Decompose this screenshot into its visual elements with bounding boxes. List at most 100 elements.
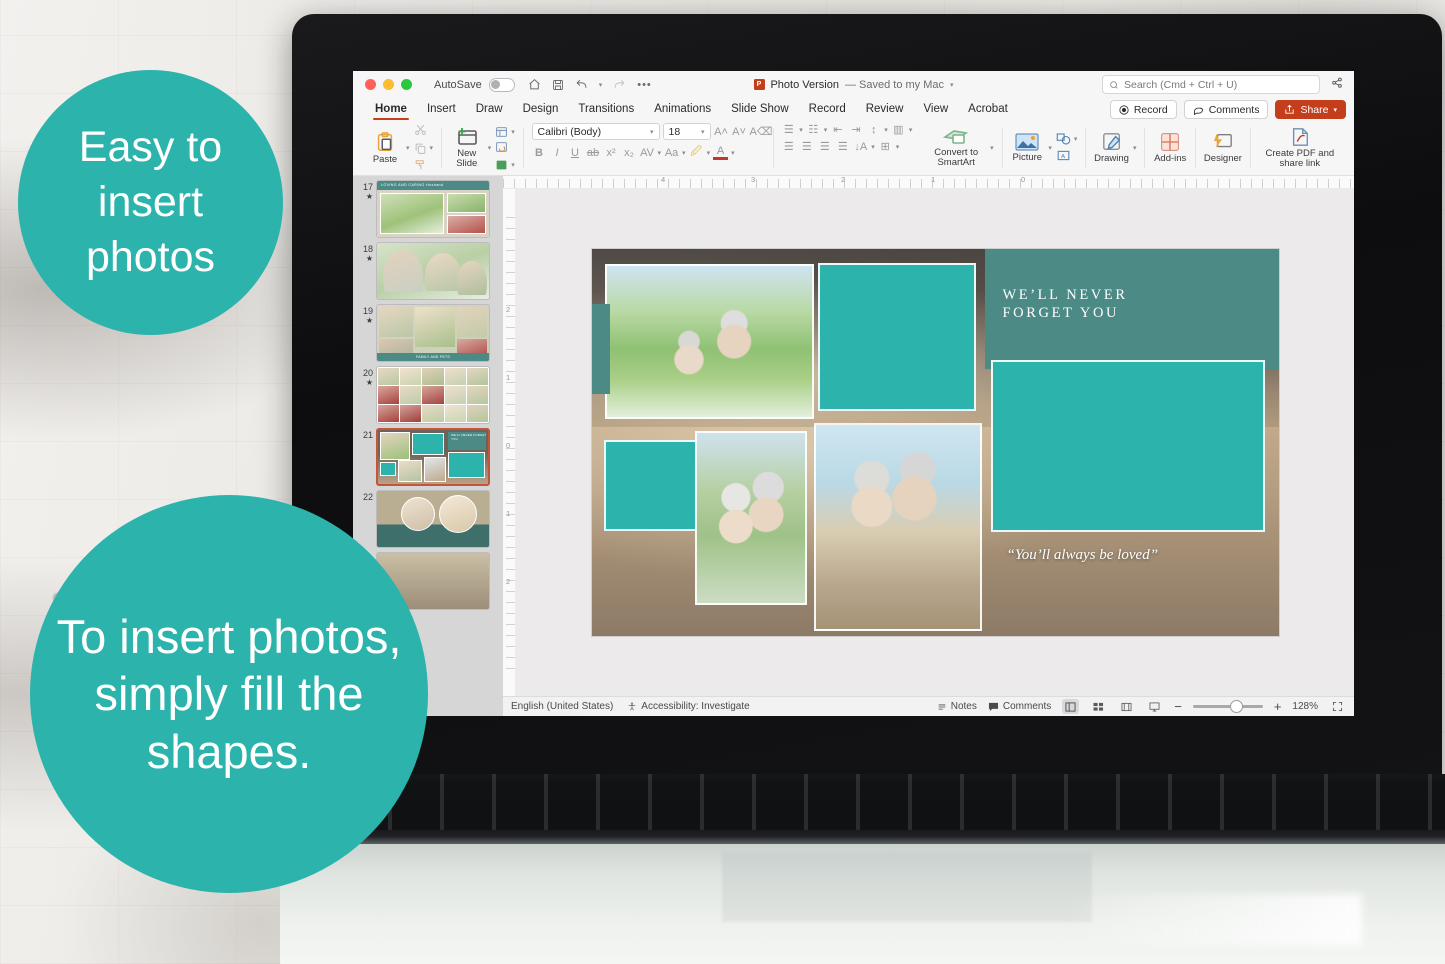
record-button[interactable]: Record bbox=[1109, 100, 1177, 119]
strikethrough-button[interactable]: ab bbox=[586, 147, 601, 159]
font-size-select[interactable]: 18 ▾ bbox=[662, 123, 711, 140]
photo-placeholder-top-center[interactable] bbox=[817, 263, 976, 411]
thumbnail-row[interactable]: 18 ★ bbox=[353, 238, 503, 300]
designer-button[interactable]: Designer bbox=[1204, 132, 1242, 164]
add-ins-button[interactable]: Add-ins bbox=[1153, 132, 1187, 164]
decrease-indent-button[interactable]: ⇤ bbox=[830, 123, 845, 136]
spacing-chevron-down-icon[interactable]: ▾ bbox=[658, 149, 662, 157]
status-comments-button[interactable]: Comments bbox=[988, 701, 1051, 712]
maximize-button-icon[interactable] bbox=[401, 79, 412, 90]
case-chevron-down-icon[interactable]: ▾ bbox=[682, 149, 686, 157]
document-title[interactable]: Photo Version bbox=[770, 79, 839, 91]
zoom-slider-handle[interactable] bbox=[1230, 701, 1242, 712]
slide-thumbnail-17[interactable]: LOVING AND CARING Husband bbox=[376, 180, 490, 238]
reading-view-button[interactable] bbox=[1118, 699, 1135, 714]
slide-thumbnail-19[interactable]: FAMILY AND PETS bbox=[376, 304, 490, 362]
italic-button[interactable]: I bbox=[550, 147, 565, 159]
document-chevron-down-icon[interactable]: ▾ bbox=[950, 81, 954, 89]
photo-embrace-couple[interactable] bbox=[694, 431, 807, 605]
highlight-chevron-down-icon[interactable]: ▾ bbox=[707, 149, 711, 157]
line-spacing-button[interactable]: ↕ bbox=[866, 124, 881, 136]
superscript-button[interactable]: x² bbox=[604, 147, 619, 159]
align-text-button[interactable]: ⊞ bbox=[878, 140, 893, 153]
quick-access-toolbar[interactable]: ▾ ••• bbox=[528, 78, 652, 91]
tab-record[interactable]: Record bbox=[799, 99, 856, 120]
font-color-button[interactable]: A bbox=[713, 145, 729, 160]
photo-placeholder-right-large[interactable] bbox=[990, 360, 1265, 532]
clear-formatting-icon[interactable]: A⌫ bbox=[750, 125, 773, 138]
photo-park-selfie[interactable] bbox=[604, 264, 814, 419]
vertical-ruler[interactable]: 2 1 0 1 2 bbox=[503, 189, 516, 696]
text-direction-button[interactable]: ↓A bbox=[853, 141, 868, 153]
autosave-toggle[interactable] bbox=[488, 77, 515, 92]
photo-beach-champagne[interactable] bbox=[813, 423, 982, 631]
tab-home[interactable]: Home bbox=[365, 99, 417, 120]
align-center-button[interactable]: ☰ bbox=[799, 140, 814, 153]
font-color-chevron-down-icon[interactable]: ▾ bbox=[731, 149, 735, 157]
photo-placeholder-left-small[interactable] bbox=[603, 440, 698, 531]
thumbnail-row[interactable]: 20 ★ bbox=[353, 362, 503, 424]
window-controls[interactable] bbox=[365, 79, 412, 90]
slide-thumbnail-20[interactable] bbox=[376, 366, 490, 424]
layout-button[interactable]: ▾ bbox=[495, 126, 515, 138]
section-chevron-down-icon[interactable]: ▾ bbox=[511, 161, 515, 169]
zoom-slider[interactable] bbox=[1192, 701, 1263, 712]
thumbnail-row-selected[interactable]: 21 WE'LL NEVER FORGET YOU bbox=[353, 424, 503, 486]
tab-draw[interactable]: Draw bbox=[466, 99, 513, 120]
direction-chevron-down-icon[interactable]: ▾ bbox=[871, 143, 875, 151]
align-text-chevron-down-icon[interactable]: ▾ bbox=[896, 143, 900, 151]
picture-chevron-down-icon[interactable]: ▾ bbox=[1048, 144, 1052, 152]
zoom-in-button[interactable]: + bbox=[1274, 699, 1282, 714]
accessibility-status[interactable]: Accessibility: Investigate bbox=[627, 701, 750, 712]
paste-button[interactable]: Paste bbox=[368, 131, 402, 165]
bold-button[interactable]: B bbox=[532, 147, 547, 159]
format-painter-icon[interactable] bbox=[414, 158, 434, 174]
smartart-chevron-down-icon[interactable]: ▾ bbox=[990, 144, 994, 152]
zoom-out-button[interactable]: − bbox=[1174, 699, 1182, 714]
tab-transitions[interactable]: Transitions bbox=[568, 99, 644, 120]
tab-insert[interactable]: Insert bbox=[417, 99, 466, 120]
align-left-button[interactable]: ☰ bbox=[781, 140, 796, 153]
justify-button[interactable]: ☰ bbox=[835, 140, 850, 153]
notes-button[interactable]: Notes bbox=[937, 701, 977, 712]
tab-design[interactable]: Design bbox=[513, 99, 569, 120]
bullets-button[interactable]: ☰ bbox=[781, 123, 796, 136]
change-case-button[interactable]: Aa bbox=[664, 147, 679, 159]
home-icon[interactable] bbox=[528, 78, 541, 91]
current-slide[interactable]: WE’LL NEVER FORGET YOU “You’ll always be… bbox=[591, 249, 1279, 636]
horizontal-ruler[interactable]: 4 3 2 1 0 bbox=[503, 176, 1354, 189]
columns-chevron-down-icon[interactable]: ▾ bbox=[909, 126, 913, 134]
thumbnail-row[interactable]: 17 ★ LOVING AND CARING Husband bbox=[353, 176, 503, 238]
tab-acrobat[interactable]: Acrobat bbox=[958, 99, 1018, 120]
minimize-button-icon[interactable] bbox=[383, 79, 394, 90]
align-right-button[interactable]: ☰ bbox=[817, 140, 832, 153]
layout-chevron-down-icon[interactable]: ▾ bbox=[511, 128, 515, 136]
thumbnail-row[interactable]: 22 bbox=[353, 486, 503, 548]
close-button-icon[interactable] bbox=[365, 79, 376, 90]
more-options-icon[interactable]: ••• bbox=[637, 79, 652, 91]
increase-font-size-icon[interactable]: A˄ bbox=[714, 126, 729, 138]
slide-title[interactable]: WE’LL NEVER FORGET YOU bbox=[1003, 286, 1128, 322]
section-button[interactable]: ▾ bbox=[495, 159, 515, 171]
character-spacing-button[interactable]: AV bbox=[640, 147, 655, 159]
text-box-icon[interactable]: A bbox=[1056, 149, 1078, 165]
increase-indent-button[interactable]: ⇥ bbox=[848, 123, 863, 136]
font-family-chevron-down-icon[interactable]: ▾ bbox=[650, 128, 654, 136]
decrease-font-size-icon[interactable]: A˅ bbox=[732, 126, 747, 138]
font-size-chevron-down-icon[interactable]: ▾ bbox=[701, 128, 705, 136]
text-highlight-button[interactable]: 🖉 bbox=[689, 143, 704, 162]
reset-slide-icon[interactable] bbox=[495, 141, 515, 156]
numbering-chevron-down-icon[interactable]: ▾ bbox=[824, 126, 828, 134]
copy-button[interactable]: ▾ bbox=[414, 142, 433, 155]
new-slide-button[interactable]: New Slide bbox=[450, 127, 484, 169]
slide-thumbnail-18[interactable] bbox=[376, 242, 490, 300]
shapes-chevron-down-icon[interactable]: ▾ bbox=[1074, 135, 1078, 143]
normal-view-button[interactable] bbox=[1062, 699, 1080, 714]
picture-button[interactable]: Picture bbox=[1010, 133, 1044, 163]
undo-icon[interactable] bbox=[575, 78, 588, 91]
share-chevron-down-icon[interactable]: ▾ bbox=[1333, 106, 1337, 114]
tab-animations[interactable]: Animations bbox=[644, 99, 721, 120]
autosave-control[interactable]: AutoSave bbox=[434, 77, 515, 92]
underline-button[interactable]: U bbox=[568, 147, 583, 159]
bullets-chevron-down-icon[interactable]: ▾ bbox=[799, 126, 803, 134]
